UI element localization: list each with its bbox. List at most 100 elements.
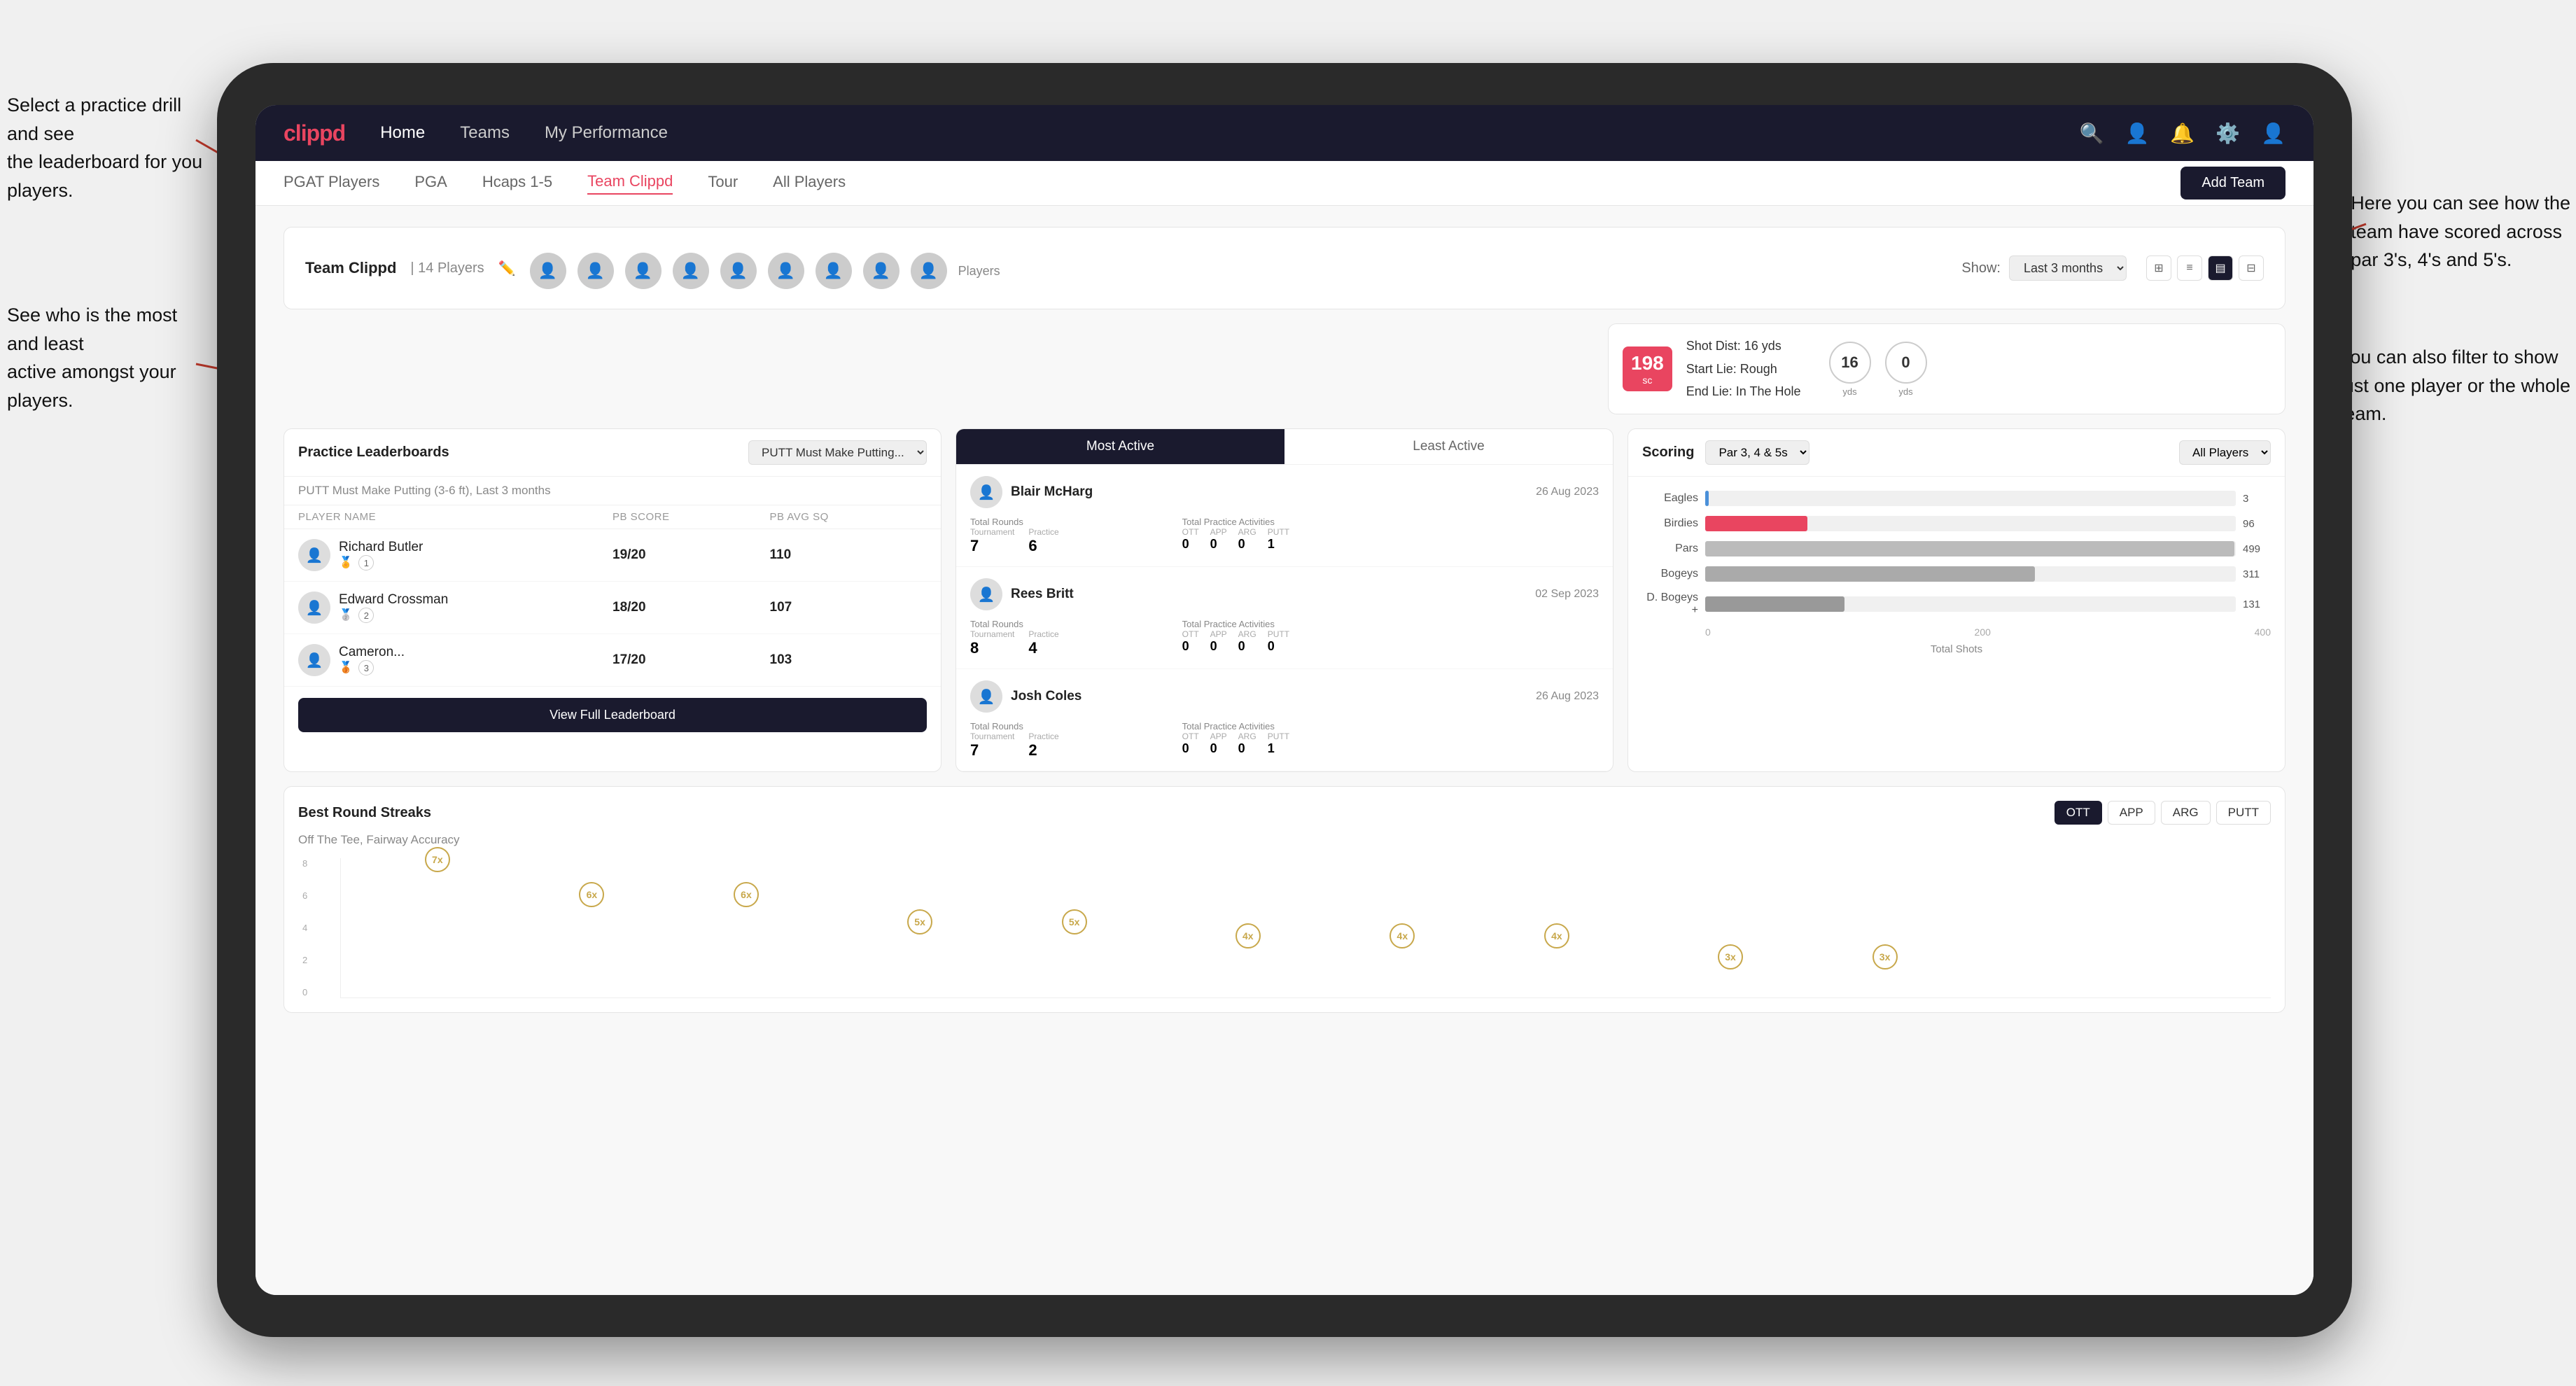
tournament-rees: 8	[970, 639, 1014, 657]
total-rounds-label: Total Rounds	[970, 517, 1175, 527]
player-name-1: Richard Butler	[339, 540, 423, 555]
person-icon[interactable]: 👤	[2125, 122, 2150, 145]
nav-bar: clippd Home Teams My Performance 🔍 👤 🔔 ⚙…	[255, 105, 2314, 161]
rank-1: 1	[358, 555, 374, 570]
gold-badge-icon: 🏅	[339, 557, 353, 569]
view-full-leaderboard-button[interactable]: View Full Leaderboard	[298, 698, 927, 732]
bar-chart-row: Pars499	[1642, 541, 2271, 556]
drill-select[interactable]: PUTT Must Make Putting...	[748, 440, 927, 465]
rank-3: 3	[358, 660, 374, 676]
card-view-btn[interactable]: ▤	[2208, 255, 2233, 281]
add-team-button[interactable]: Add Team	[2180, 167, 2286, 200]
nav-performance[interactable]: My Performance	[545, 123, 668, 143]
edit-icon[interactable]: ✏️	[498, 260, 516, 277]
sub-nav-hcaps[interactable]: Hcaps 1-5	[482, 173, 552, 194]
table-row: 👤 Richard Butler 🏅 1 19/20 110	[284, 529, 941, 582]
nav-links: Home Teams My Performance	[380, 123, 668, 143]
player-avatar-2[interactable]: 👤	[578, 253, 614, 289]
activity-avatar-rees: 👤	[970, 578, 1002, 610]
avg-1: 110	[770, 547, 927, 563]
avatar-icon[interactable]: 👤	[2261, 122, 2286, 145]
scoring-chart: Eagles3Birdies96Pars499Bogeys311D. Bogey…	[1628, 477, 2285, 669]
player-avatar-4[interactable]: 👤	[673, 253, 709, 289]
activity-date-josh: 26 Aug 2023	[1536, 690, 1599, 703]
bar-chart-row: Bogeys311	[1642, 566, 2271, 582]
practice-rees: 4	[1028, 639, 1058, 657]
player-name-3: Cameron...	[339, 645, 405, 660]
bell-icon[interactable]: 🔔	[2170, 122, 2194, 145]
filter-btn[interactable]: ⊟	[2239, 255, 2264, 281]
streak-dot: 3x	[1872, 944, 1898, 969]
tablet-screen: clippd Home Teams My Performance 🔍 👤 🔔 ⚙…	[255, 105, 2314, 1295]
activity-tabs: Most Active Least Active	[956, 429, 1613, 465]
player-avatar-7[interactable]: 👤	[816, 253, 852, 289]
player-avatar-3[interactable]: 👤	[625, 253, 662, 289]
drill-subtitle: PUTT Must Make Putting (3-6 ft), Last 3 …	[284, 477, 941, 505]
players-row: 👤 👤 👤 👤 👤 👤 👤 👤 👤 Players	[530, 253, 1000, 289]
activity-date-blair: 26 Aug 2023	[1536, 486, 1599, 498]
nav-teams[interactable]: Teams	[460, 123, 510, 143]
team-title: Team Clippd	[305, 259, 396, 277]
activity-player-3: 👤 Josh Coles 26 Aug 2023 Total Rounds To…	[956, 669, 1613, 771]
player-avatar-6[interactable]: 👤	[768, 253, 804, 289]
streak-dot: 6x	[579, 882, 604, 907]
least-active-tab[interactable]: Least Active	[1284, 429, 1613, 464]
annotation-top-left: Select a practice drill and seethe leade…	[7, 91, 210, 204]
total-practice-group: Total Practice Activities OTT0 APP0 ARG0…	[1182, 517, 1599, 555]
streaks-header: Best Round Streaks OTT APP ARG PUTT	[298, 801, 2271, 825]
activity-stats-josh: Total Rounds Tournament7 Practice2 Total…	[970, 721, 1599, 760]
ott-filter-btn[interactable]: OTT	[2054, 801, 2102, 825]
player-info-3: 👤 Cameron... 🥉 3	[298, 644, 612, 676]
app-filter-btn[interactable]: APP	[2108, 801, 2155, 825]
player-avatar-5[interactable]: 👤	[720, 253, 757, 289]
activity-player-header-3: 👤 Josh Coles 26 Aug 2023	[970, 680, 1599, 713]
scoring-card: Scoring Par 3, 4 & 5s Par 3s Par 4s Par …	[1628, 428, 2286, 772]
player-avatar-8[interactable]: 👤	[863, 253, 899, 289]
streak-dot: 7x	[425, 847, 450, 872]
view-icons: ⊞ ≡ ▤ ⊟	[2146, 255, 2264, 281]
bar-chart-row: Birdies96	[1642, 516, 2271, 531]
avg-3: 103	[770, 652, 927, 668]
score-3: 17/20	[612, 652, 770, 668]
par-filter-select[interactable]: Par 3, 4 & 5s Par 3s Par 4s Par 5s	[1705, 440, 1809, 465]
sub-nav-team-clippd[interactable]: Team Clippd	[587, 172, 673, 195]
streak-dot: 5x	[1062, 909, 1087, 934]
show-period-select[interactable]: Last 3 months Last 6 months Last year	[2009, 255, 2127, 281]
search-icon[interactable]: 🔍	[2080, 122, 2104, 145]
most-active-tab[interactable]: Most Active	[956, 429, 1284, 464]
nav-home[interactable]: Home	[380, 123, 425, 143]
streaks-chart: 86420 7x6x6x5x5x4x4x4x3x3x	[340, 858, 2271, 998]
arg-filter-btn[interactable]: ARG	[2161, 801, 2211, 825]
player-name-2: Edward Crossman	[339, 592, 448, 608]
rank-2: 2	[358, 608, 374, 623]
streak-dot: 4x	[1236, 923, 1261, 948]
list-view-btn[interactable]: ≡	[2177, 255, 2202, 281]
player-avatar-edward: 👤	[298, 592, 330, 624]
player-avatar-1[interactable]: 👤	[530, 253, 566, 289]
practice-leaderboards-card: Practice Leaderboards PUTT Must Make Put…	[284, 428, 941, 772]
col-pb-score: PB SCORE	[612, 511, 770, 523]
sub-nav-pgat[interactable]: PGAT Players	[284, 173, 379, 194]
silver-badge-icon: 🥈	[339, 610, 353, 622]
grid-view-btn[interactable]: ⊞	[2146, 255, 2171, 281]
total-rounds-group-rees: Total Rounds Tournament8 Practice4	[970, 619, 1175, 657]
activity-name-josh: Josh Coles	[1011, 689, 1082, 704]
settings-icon[interactable]: ⚙️	[2216, 122, 2240, 145]
total-rounds-group: Total Rounds Tournament 7 Practice 6	[970, 517, 1175, 555]
sub-nav-tour[interactable]: Tour	[708, 173, 738, 194]
bronze-badge-icon: 🥉	[339, 662, 353, 674]
yds-right-circle: 0	[1885, 342, 1927, 384]
sub-nav-all-players[interactable]: All Players	[773, 173, 846, 194]
activity-name-blair: Blair McHarg	[1011, 484, 1093, 500]
table-row: 👤 Cameron... 🥉 3 17/20 103	[284, 634, 941, 687]
sub-nav-pga[interactable]: PGA	[414, 173, 447, 194]
player-info-1: 👤 Richard Butler 🏅 1	[298, 539, 612, 571]
streaks-subtitle: Off The Tee, Fairway Accuracy	[298, 833, 2271, 847]
three-col-layout: Practice Leaderboards PUTT Must Make Put…	[284, 428, 2286, 772]
player-avatar-9[interactable]: 👤	[911, 253, 947, 289]
shot-yds-group: 16 yds 0 yds	[1829, 342, 1927, 397]
activity-player-header-2: 👤 Rees Britt 02 Sep 2023	[970, 578, 1599, 610]
total-practice-label: Total Practice Activities	[1182, 517, 1599, 527]
putt-filter-btn[interactable]: PUTT	[2216, 801, 2271, 825]
players-filter-select[interactable]: All Players	[2179, 440, 2271, 465]
